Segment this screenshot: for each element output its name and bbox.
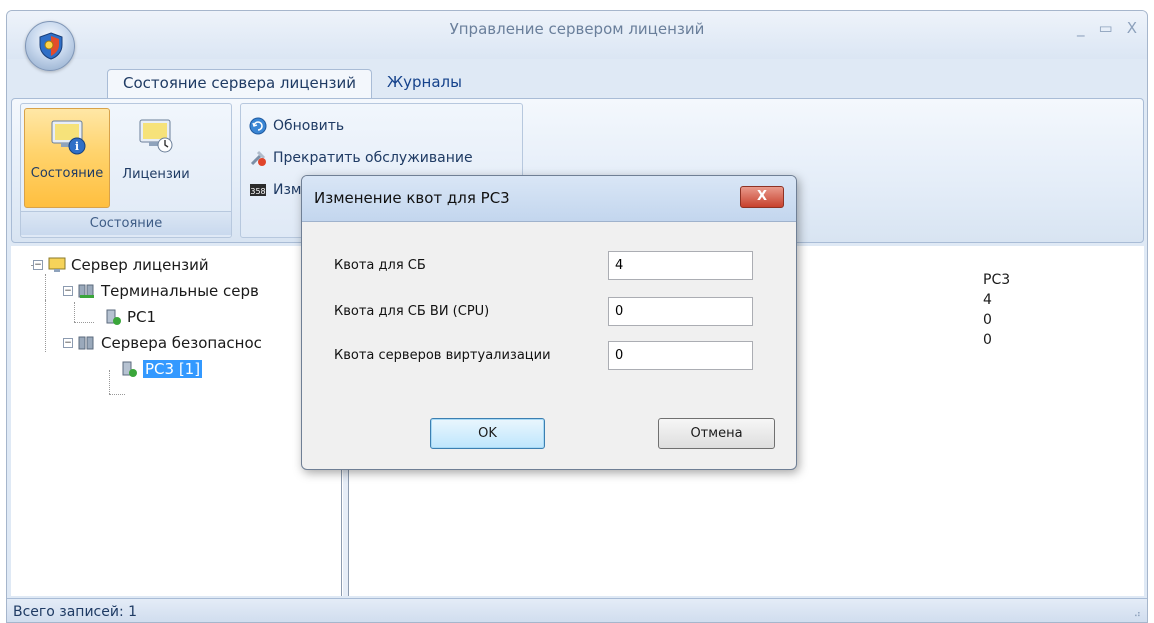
window-controls: _ ▭ X — [1077, 19, 1137, 37]
tree-label-license-server: Сервер лицензий — [71, 256, 209, 274]
detail-value: PC3 — [983, 272, 1011, 288]
resize-grip[interactable]: ⠴ — [1134, 609, 1141, 620]
sb-quota-label: Квота для СБ — [334, 258, 426, 273]
tree-label-pc1: PC1 — [127, 308, 157, 326]
tab-logs[interactable]: Журналы — [372, 69, 477, 99]
total-records-text: Всего записей: 1 — [13, 604, 138, 620]
server-tree[interactable]: − Сервер лицензий − Терминальные серв PC… — [11, 246, 342, 596]
stop-service-label: Прекратить обслуживание — [273, 150, 473, 166]
dialog-title: Изменение квот для PC3 — [314, 189, 510, 207]
licenses-button[interactable]: Лицензии — [113, 108, 199, 208]
stop-service-icon — [250, 150, 266, 166]
quota-icon: 358 — [250, 184, 266, 196]
detail-value: 0 — [983, 332, 992, 348]
collapse-toggle[interactable]: − — [63, 338, 73, 348]
virtualization-servers-quota-label: Квота серверов виртуализации — [334, 348, 551, 363]
shield-icon — [39, 32, 63, 60]
tree-label-security-servers: Сервера безопаснос — [101, 334, 262, 352]
status-bar: Всего записей: 1 ⠴ — [7, 598, 1147, 622]
tree-item-license-server[interactable]: − Сервер лицензий — [33, 256, 209, 274]
dialog-close-button[interactable]: X — [740, 186, 784, 208]
maximize-button[interactable]: ▭ — [1099, 19, 1113, 37]
tree-item-pc3[interactable]: PC3 [1] — [119, 360, 203, 378]
detail-value: 4 — [983, 292, 992, 308]
collapse-toggle[interactable]: − — [63, 286, 73, 296]
ok-button[interactable]: OK — [430, 418, 545, 449]
refresh-label: Обновить — [273, 118, 345, 134]
window-title: Управление сервером лицензий — [449, 20, 705, 38]
server-group-icon — [78, 336, 94, 350]
server-monitor-icon — [48, 257, 66, 272]
tree-item-pc1[interactable]: PC1 — [103, 308, 156, 326]
svg-text:i: i — [75, 140, 79, 153]
change-quota-label: Изм — [273, 182, 302, 198]
tree-item-security-servers[interactable]: − Сервера безопаснос — [63, 334, 262, 352]
dialog-body: Квота для СБ Квота для СБ ВИ (CPU) Квота… — [308, 222, 790, 464]
details-values: PC3 4 0 0 — [983, 270, 1010, 350]
tree-item-terminal-servers[interactable]: − Терминальные серв — [63, 282, 259, 300]
edit-quota-dialog: Изменение квот для PC3 X Квота для СБ Кв… — [301, 175, 797, 470]
detail-value: 0 — [983, 312, 992, 328]
dialog-title-bar[interactable]: Изменение квот для PC3 X — [302, 176, 796, 222]
sb-quota-input[interactable] — [608, 251, 753, 280]
stop-service-button[interactable]: Прекратить обслуживание — [249, 146, 473, 170]
title-bar[interactable]: Управление сервером лицензий _ ▭ X — [7, 11, 1147, 59]
collapse-toggle[interactable]: − — [33, 260, 43, 270]
refresh-button[interactable]: Обновить — [249, 114, 344, 138]
close-button[interactable]: X — [1127, 19, 1137, 37]
application-menu-button[interactable] — [25, 21, 75, 71]
svg-text:358: 358 — [250, 187, 265, 196]
tree-label-pc3: PC3 [1] — [143, 360, 203, 378]
change-quota-button[interactable]: 358 Изм — [249, 178, 301, 202]
ribbon-group-label: Состояние — [21, 211, 231, 235]
server-group-icon — [78, 284, 94, 298]
tree-label-terminal-servers: Терминальные серв — [101, 282, 259, 300]
monitor-clock-icon — [139, 119, 173, 153]
minimize-button[interactable]: _ — [1077, 19, 1085, 37]
virtualization-servers-quota-input[interactable] — [608, 341, 753, 370]
sb-vi-cpu-quota-input[interactable] — [608, 297, 753, 326]
state-button-label: Состояние — [30, 166, 104, 181]
monitor-info-icon: i — [51, 120, 86, 155]
computer-icon — [122, 361, 137, 377]
licenses-button-label: Лицензии — [122, 167, 190, 182]
refresh-icon — [249, 117, 267, 135]
tab-license-server-state[interactable]: Состояние сервера лицензий — [107, 69, 372, 99]
sb-vi-cpu-quota-label: Квота для СБ ВИ (CPU) — [334, 304, 490, 319]
ribbon-tabs: Состояние сервера лицензий Журналы — [107, 69, 477, 99]
state-button[interactable]: i Состояние — [24, 108, 110, 208]
ribbon-group-state: i Состояние Лицензии Состояние — [20, 103, 232, 238]
cancel-button[interactable]: Отмена — [658, 418, 775, 449]
computer-icon — [106, 309, 121, 325]
